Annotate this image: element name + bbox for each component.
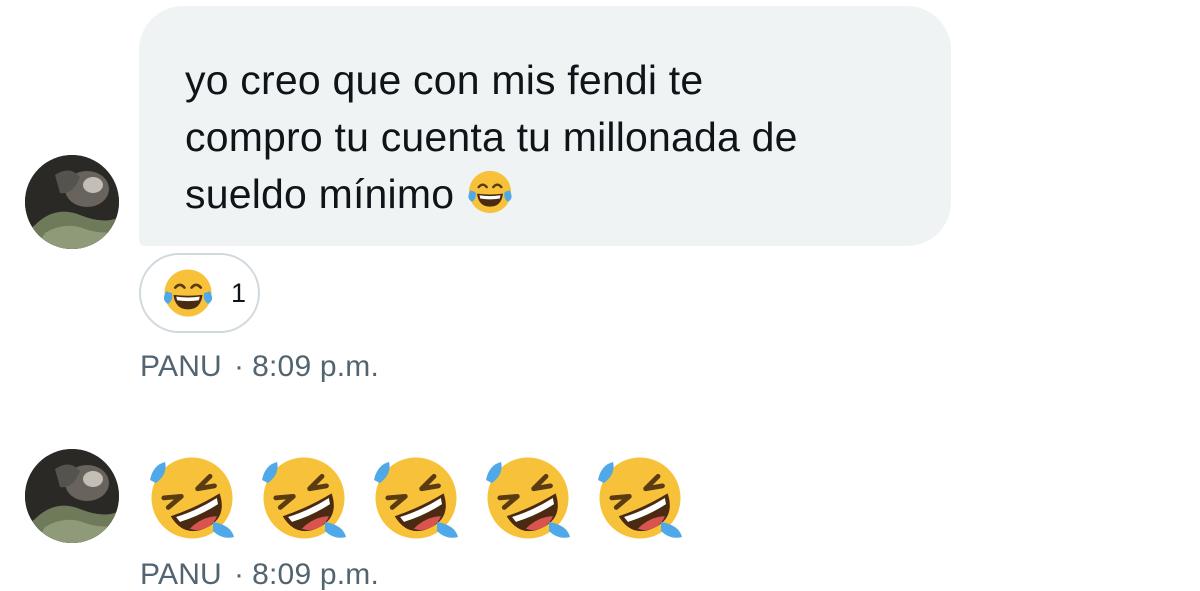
face-with-tears-of-joy-icon	[468, 170, 512, 214]
meta-separator: ·	[233, 558, 245, 591]
message-meta: PANU · 8:09 p.m.	[140, 350, 379, 384]
rolling-on-floor-laughing-icon	[486, 457, 570, 539]
avatar-image	[25, 155, 119, 249]
reaction-count: 1	[231, 277, 247, 308]
rolling-on-floor-laughing-icon	[262, 457, 346, 539]
avatar-image	[25, 449, 119, 543]
sender-name: PANU	[140, 350, 222, 383]
message-time[interactable]: 8:09 p.m.	[252, 558, 379, 591]
reaction-pill[interactable]: 1	[139, 253, 260, 333]
face-with-tears-of-joy-icon	[163, 269, 213, 317]
avatar[interactable]	[25, 449, 119, 543]
message-bubble[interactable]: yo creo que con mis fendi te compro tu c…	[139, 6, 951, 246]
sender-name: PANU	[140, 558, 222, 591]
message-text: yo creo que con mis fendi te compro tu c…	[185, 57, 798, 217]
rolling-on-floor-laughing-icon	[598, 457, 682, 539]
avatar[interactable]	[25, 155, 119, 249]
dm-conversation: yo creo que con mis fendi te compro tu c…	[0, 0, 1200, 591]
emoji-message[interactable]	[144, 450, 688, 546]
rolling-on-floor-laughing-icon	[374, 457, 458, 539]
message-meta: PANU · 8:09 p.m.	[140, 558, 379, 591]
message-time[interactable]: 8:09 p.m.	[252, 350, 379, 383]
meta-separator: ·	[233, 350, 245, 383]
rolling-on-floor-laughing-icon	[150, 457, 234, 539]
